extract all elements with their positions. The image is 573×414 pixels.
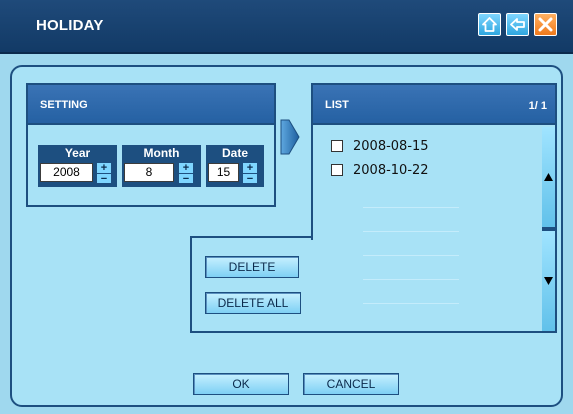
list-item-checkbox[interactable] [331,164,343,176]
date-decrement[interactable]: − [243,173,257,185]
back-button[interactable] [506,13,529,36]
delete-button[interactable]: DELETE [205,256,299,278]
list-item-date: 2008-08-15 [353,138,429,154]
setting-header: SETTING [28,85,274,125]
back-arrow-icon [510,18,525,31]
date-input[interactable]: 15 [208,163,239,182]
close-icon [538,17,553,32]
empty-row-divider [363,231,459,232]
year-field: Year 2008 + − [38,145,117,187]
year-label: Year [64,146,91,160]
year-decrement[interactable]: − [97,173,111,185]
list-title: LIST [325,99,349,111]
holiday-window: HOLIDAY SETTING Year 2008 + − Month 8 + … [0,0,573,414]
ok-button[interactable]: OK [193,373,289,395]
scroll-up-button[interactable] [542,127,555,227]
year-increment[interactable]: + [97,163,111,174]
date-increment[interactable]: + [243,163,257,174]
empty-row-divider [363,255,459,256]
delete-all-button[interactable]: DELETE ALL [205,292,301,314]
page-indicator: 1/ 1 [528,100,547,112]
date-field: Date 15 + − [206,145,264,187]
list-item-checkbox[interactable] [331,140,343,152]
month-decrement[interactable]: − [179,173,193,185]
home-icon [482,17,497,32]
year-input[interactable]: 2008 [40,163,93,182]
year-stepper[interactable]: + − [96,162,112,185]
delete-area [190,236,313,333]
date-label: Date [221,146,248,160]
list-header: LIST 1/ 1 [313,85,555,125]
month-label: Month [143,146,180,160]
list-item[interactable]: 2008-10-22 [331,161,429,179]
list-scrollbar[interactable] [542,127,555,331]
delete-area-joint [311,240,313,331]
cancel-button[interactable]: CANCEL [303,373,399,395]
empty-row-divider [363,279,459,280]
month-input[interactable]: 8 [124,163,174,182]
home-button[interactable] [478,13,501,36]
month-stepper[interactable]: + − [178,162,194,185]
list-section: LIST 1/ 1 2008-08-15 2008-10-22 [311,83,557,333]
window-title: HOLIDAY [36,17,104,34]
scroll-down-button[interactable] [542,231,555,331]
date-stepper[interactable]: + − [242,162,258,185]
add-to-list-arrow-icon[interactable] [280,116,300,158]
month-field: Month 8 + − [122,145,201,187]
close-button[interactable] [534,13,557,36]
empty-row-divider [363,207,459,208]
list-item-date: 2008-10-22 [353,162,429,178]
list-item[interactable]: 2008-08-15 [331,137,429,155]
title-bar: HOLIDAY [0,0,573,54]
scroll-down-icon [544,277,553,285]
month-increment[interactable]: + [179,163,193,174]
empty-row-divider [363,303,459,304]
scroll-up-icon [544,173,553,181]
holiday-list: 2008-08-15 2008-10-22 [313,127,541,331]
